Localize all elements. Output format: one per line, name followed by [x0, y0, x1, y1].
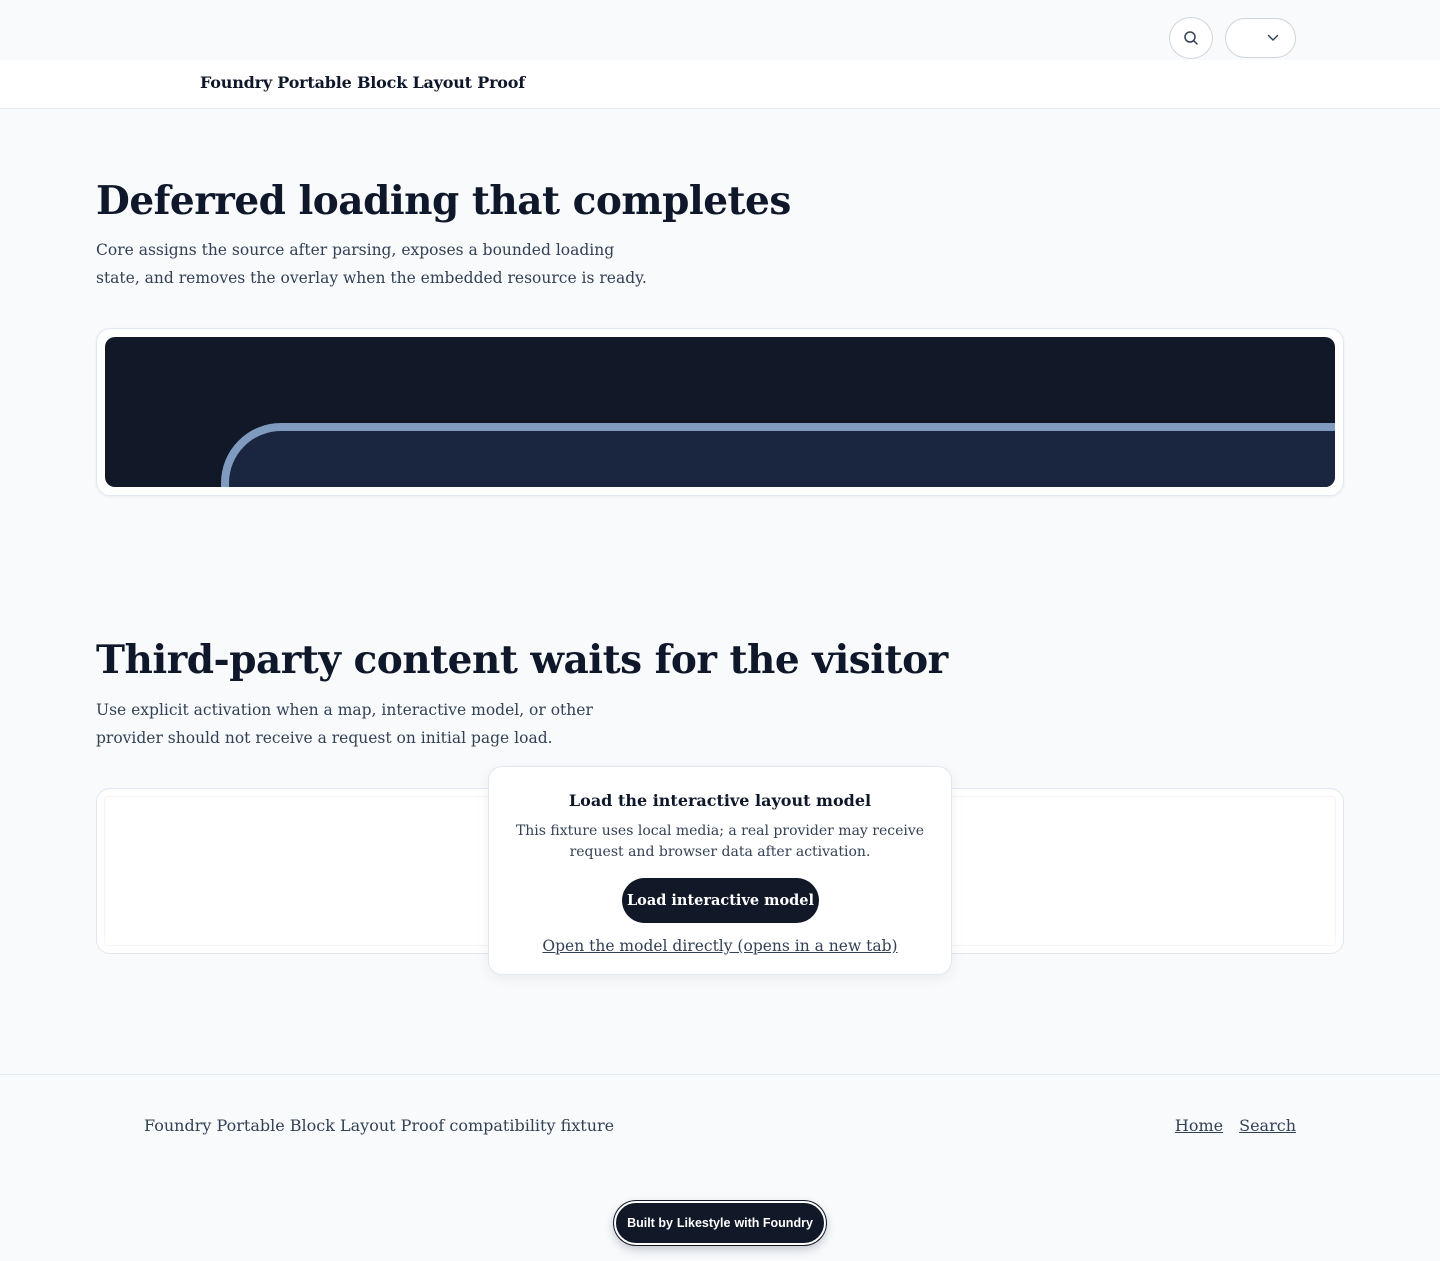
chevron-down-icon	[1267, 34, 1279, 41]
footer-text: Foundry Portable Block Layout Proof comp…	[144, 1116, 615, 1135]
embedded-graphic	[221, 423, 1335, 487]
consent-card: Load the interactive layout model This f…	[488, 766, 952, 975]
consent-description: This fixture uses local media; a real pr…	[515, 823, 925, 860]
language-selector[interactable]	[1225, 18, 1296, 58]
embedded-resource	[105, 337, 1335, 487]
footer-link-home[interactable]: Home	[1175, 1116, 1223, 1135]
built-by-badge[interactable]: Built by Likestyle with Foundry	[614, 1201, 826, 1245]
site-title-link[interactable]: Foundry Portable Block Layout Proof	[200, 73, 525, 92]
section-heading-deferred: Deferred loading that completes	[96, 178, 791, 224]
utility-bar	[0, 0, 1440, 60]
footer-link-search[interactable]: Search	[1239, 1116, 1296, 1135]
load-interactive-model-button[interactable]: Load interactive model	[622, 878, 819, 923]
badge-suffix: with Foundry	[734, 1216, 813, 1230]
footer-nav: Home Search	[1175, 1116, 1296, 1135]
section-lede-third-party: Use explicit activation when a map, inte…	[96, 701, 593, 747]
badge-brand: Likestyle	[676, 1216, 731, 1230]
site-header: Foundry Portable Block Layout Proof	[0, 60, 1440, 109]
consent-title: Load the interactive layout model	[568, 791, 872, 810]
search-icon	[1184, 31, 1198, 45]
section-heading-third-party: Third-party content waits for the visito…	[96, 637, 948, 683]
section-lede-deferred: Core assigns the source after parsing, e…	[96, 241, 647, 287]
search-button[interactable]	[1169, 17, 1213, 59]
open-model-link[interactable]: Open the model directly (opens in a new …	[489, 937, 951, 955]
badge-prefix: Built by	[627, 1216, 673, 1230]
embed-frame-deferred	[96, 328, 1344, 496]
